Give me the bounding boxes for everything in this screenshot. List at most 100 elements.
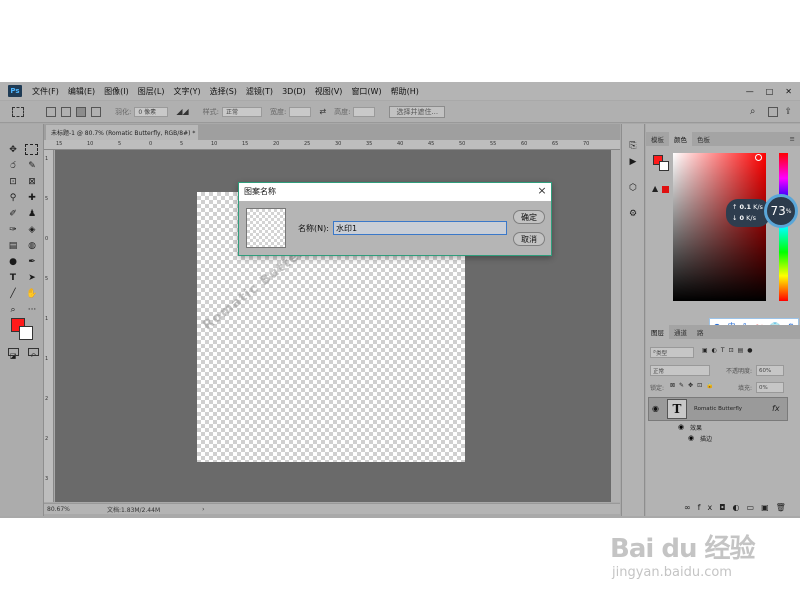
height-input[interactable] (353, 106, 376, 117)
status-bar: 80.67% 文档:1.83M/2.44M › (44, 503, 620, 514)
layer-fx-icon[interactable]: fx (772, 404, 780, 413)
quick-mask-icon[interactable] (8, 348, 19, 356)
swap-dimensions-icon[interactable]: ⇄ (319, 107, 326, 116)
vertical-scrollbar[interactable] (611, 150, 620, 502)
panel-background-swatch[interactable] (659, 161, 669, 171)
ruler-tick-label: 60 (521, 141, 528, 147)
dialog-close-icon[interactable]: × (536, 185, 548, 197)
quick-select-tool-icon[interactable]: ✎ (25, 160, 39, 172)
menu-window[interactable]: 窗口(W) (351, 86, 381, 97)
brush-tool-icon[interactable]: ✐ (6, 208, 20, 220)
maximize-icon[interactable]: □ (766, 87, 774, 96)
move-tool-icon[interactable]: ✥ (6, 144, 20, 156)
menu-type[interactable]: 文字(Y) (173, 86, 200, 97)
effects-visibility-eye-icon[interactable]: ◉ (678, 423, 684, 431)
cancel-button[interactable]: 取消 (513, 232, 545, 246)
layer-filter-icons[interactable]: ▣◐T⊡▤● (702, 347, 757, 354)
feather-input[interactable]: 0 像素 (134, 106, 169, 117)
menu-3d[interactable]: 3D(D) (282, 87, 306, 96)
share-icon[interactable]: ⇪ (784, 107, 792, 117)
workspace-icon[interactable] (768, 106, 779, 117)
anti-alias-icon[interactable]: ◢◢ (176, 107, 188, 116)
menu-filter[interactable]: 滤镜(T) (246, 86, 273, 97)
lock-icons[interactable]: ⊠✎✥⊡🔒 (670, 382, 718, 389)
menu-file[interactable]: 文件(F) (32, 86, 59, 97)
tab-color[interactable]: 颜色 (669, 132, 692, 146)
screen-mode-icon[interactable] (28, 348, 39, 356)
lasso-tool-icon[interactable]: ර (6, 160, 20, 172)
fill-input[interactable]: 0% (756, 382, 784, 393)
opacity-label: 不透明度: (726, 368, 753, 375)
tab-layers[interactable]: 图层 (646, 325, 669, 339)
add-selection-icon[interactable] (61, 106, 71, 117)
tab-channels[interactable]: 通道 (669, 325, 692, 339)
background-color-swatch[interactable] (19, 326, 33, 340)
tab-templates[interactable]: 模板 (646, 132, 669, 146)
layer-name[interactable]: Romatic Butterfly (694, 406, 742, 412)
type-tool-icon[interactable]: T (6, 272, 20, 284)
zoom-tool-icon[interactable]: ⌕ (6, 304, 20, 316)
tab-swatches[interactable]: 色板 (692, 132, 715, 146)
marquee-tool-preset-icon[interactable] (12, 106, 24, 117)
ok-button[interactable]: 确定 (513, 210, 545, 224)
blend-mode-select[interactable]: 正常 (650, 365, 710, 376)
healing-brush-tool-icon[interactable]: ✚ (25, 192, 39, 204)
ruler-tick-label: 20 (273, 141, 280, 147)
eyedropper-tool-icon[interactable]: ⚲ (6, 192, 20, 204)
menu-image[interactable]: 图像(I) (104, 86, 129, 97)
layer-panel-footer-icons[interactable]: ∞fx◘◐▭▣🗑 (684, 503, 793, 512)
zoom-level[interactable]: 80.67% (47, 506, 97, 513)
crop-tool-icon[interactable]: ⊡ (6, 176, 20, 188)
menu-edit[interactable]: 编辑(E) (68, 86, 95, 97)
path-selection-tool-icon[interactable]: ➤ (25, 272, 39, 284)
pen-tool-icon[interactable]: ✒ (25, 256, 39, 268)
menu-select[interactable]: 选择(S) (210, 86, 237, 97)
menu-view[interactable]: 视图(V) (315, 86, 343, 97)
new-selection-icon[interactable] (46, 106, 56, 117)
eraser-tool-icon[interactable]: ◈ (25, 224, 39, 236)
history-brush-tool-icon[interactable]: ✑ (6, 224, 20, 236)
document-tab[interactable]: 未标题-1 @ 80.7% (Romatic Butterfly, RGB/8#… (46, 125, 198, 140)
pattern-preview-thumbnail (246, 208, 286, 248)
clone-stamp-tool-icon[interactable]: ♟ (25, 208, 39, 220)
style-select[interactable]: 正常 (222, 106, 263, 117)
blur-tool-icon[interactable]: ◍ (25, 240, 39, 252)
history-panel-icon[interactable]: ⎘ (626, 140, 640, 152)
gradient-tool-icon[interactable]: ▤ (6, 240, 20, 252)
stroke-visibility-eye-icon[interactable]: ◉ (688, 434, 694, 442)
line-tool-icon[interactable]: ╱ (6, 288, 20, 300)
select-and-mask-button[interactable]: 选择并遮住... (389, 105, 446, 118)
color-picker-cursor[interactable] (755, 154, 762, 161)
menu-layer[interactable]: 图层(L) (138, 86, 165, 97)
opacity-input[interactable]: 60% (756, 365, 784, 376)
properties-panel-icon[interactable]: ⚙ (626, 208, 640, 220)
3d-panel-icon[interactable]: ⬡ (626, 182, 640, 194)
ruler-tick-label: 5 (118, 141, 122, 147)
marquee-tool-icon[interactable] (25, 144, 38, 155)
subtract-selection-icon[interactable] (76, 106, 86, 117)
layer-kind-filter[interactable]: ⌕ 类型 (650, 347, 694, 358)
width-input[interactable] (289, 106, 312, 117)
gamut-warning-icon: ▲ (652, 184, 659, 193)
frame-tool-icon[interactable]: ⊠ (25, 176, 39, 188)
fill-label: 填充: (738, 385, 753, 392)
intersect-selection-icon[interactable] (91, 106, 101, 117)
dodge-tool-icon[interactable]: ● (6, 256, 20, 268)
memory-gauge[interactable]: 73% (764, 194, 798, 228)
download-speed: ↓ 0 K/s (732, 214, 756, 222)
panel-menu-icon[interactable]: ≡ (785, 132, 800, 146)
pattern-name-input[interactable] (333, 221, 507, 235)
ruler-tick-label: 30 (335, 141, 342, 147)
menu-help[interactable]: 帮助(H) (391, 86, 419, 97)
layer-visibility-eye-icon[interactable]: ◉ (652, 404, 659, 413)
hand-tool-icon[interactable]: ✋ (25, 288, 39, 300)
minimize-icon[interactable]: — (746, 87, 754, 96)
gamut-color-icon[interactable] (662, 186, 669, 193)
tab-paths[interactable]: 路 (692, 325, 709, 339)
more-tools-icon[interactable]: ··· (25, 304, 39, 316)
color-saturation-field[interactable] (673, 153, 766, 301)
window-close-icon[interactable]: ✕ (785, 87, 792, 96)
search-icon[interactable]: ⌕ (750, 106, 756, 117)
status-arrow-icon[interactable]: › (202, 506, 204, 513)
actions-play-icon[interactable]: ▶ (626, 156, 640, 168)
